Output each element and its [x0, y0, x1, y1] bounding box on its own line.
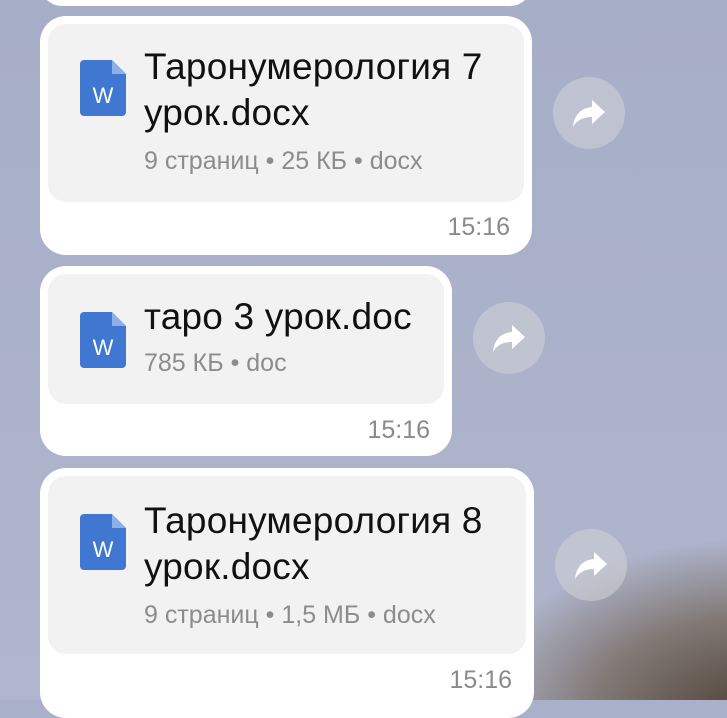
- svg-text:W: W: [93, 537, 114, 562]
- file-attachment[interactable]: W таро 3 урок.doc 785 КБ • doc: [48, 274, 444, 404]
- word-document-icon[interactable]: W: [80, 312, 126, 368]
- file-attachment[interactable]: W Таронумерология 8 урок.docx 9 страниц …: [48, 476, 526, 654]
- message-bubble[interactable]: W таро 3 урок.doc 785 КБ • doc 15:16: [40, 266, 452, 456]
- share-arrow-icon: [575, 552, 607, 579]
- message-bubble[interactable]: W Таронумерология 7 урок.docx 9 страниц …: [40, 16, 532, 255]
- file-meta: 9 страниц • 25 КБ • docx: [144, 147, 423, 175]
- share-button[interactable]: [555, 529, 627, 601]
- message-time: 15:16: [449, 666, 512, 694]
- share-arrow-icon: [493, 325, 525, 352]
- share-arrow-icon: [573, 100, 605, 127]
- message-bubble[interactable]: W Таронумерология 8 урок.docx 9 страниц …: [40, 468, 534, 718]
- word-document-icon[interactable]: W: [80, 60, 126, 116]
- share-button[interactable]: [553, 77, 625, 149]
- previous-message-bubble[interactable]: [40, 0, 532, 6]
- file-name: таро 3 урок.doc: [144, 296, 412, 337]
- svg-text:W: W: [93, 335, 114, 360]
- share-button[interactable]: [473, 302, 545, 374]
- svg-text:W: W: [93, 83, 114, 108]
- file-meta: 9 страниц • 1,5 МБ • docx: [144, 601, 436, 629]
- file-name: Таронумерология 7 урок.docx: [144, 46, 483, 133]
- message-time: 15:16: [447, 213, 510, 241]
- word-document-icon[interactable]: W: [80, 514, 126, 570]
- file-meta: 785 КБ • doc: [144, 349, 287, 377]
- message-time: 15:16: [367, 416, 430, 444]
- file-name: Таронумерология 8 урок.docx: [144, 500, 483, 587]
- file-attachment[interactable]: W Таронумерология 7 урок.docx 9 страниц …: [48, 24, 524, 202]
